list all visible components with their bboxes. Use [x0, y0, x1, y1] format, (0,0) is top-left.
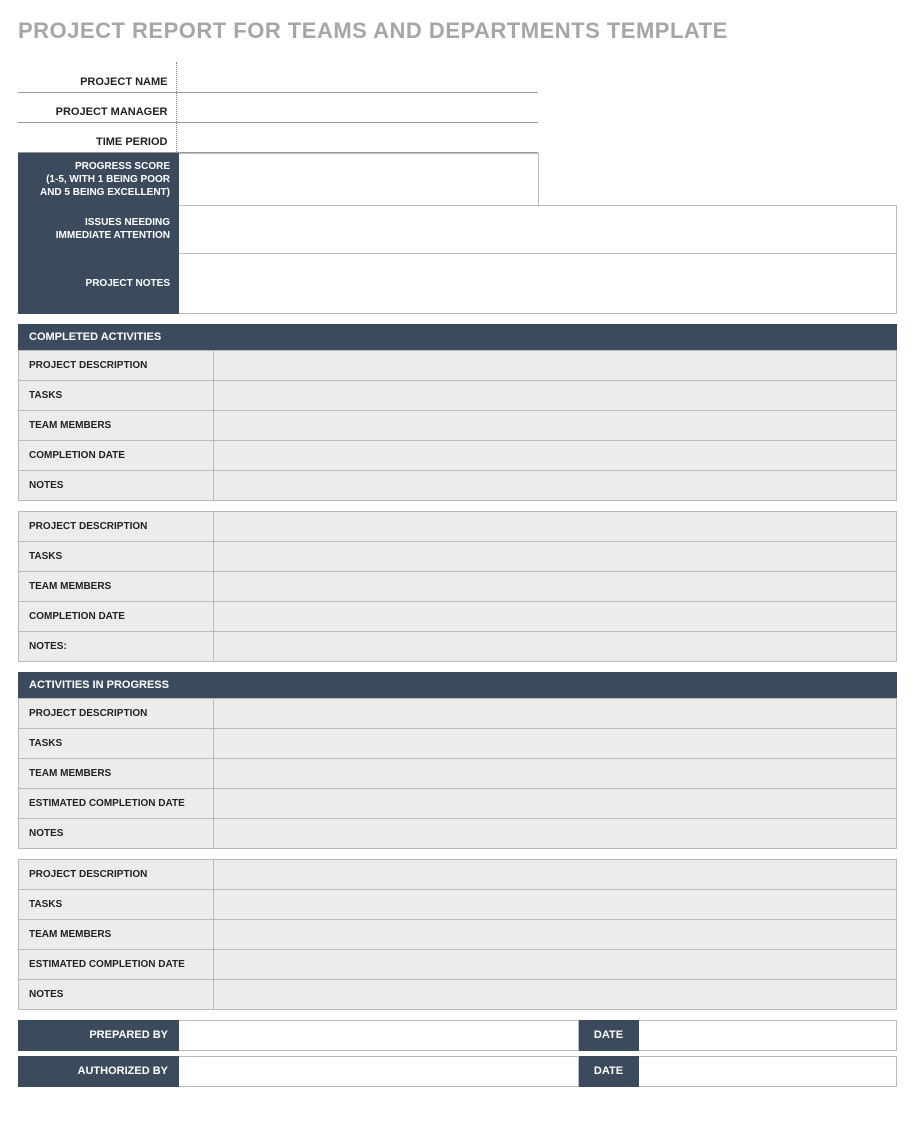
project-manager-field[interactable]: [176, 92, 538, 122]
team-members-field[interactable]: [214, 571, 897, 601]
page-title: PROJECT REPORT FOR TEAMS AND DEPARTMENTS…: [18, 18, 897, 44]
estimated-completion-date-label: ESTIMATED COMPLETION DATE: [19, 788, 214, 818]
issues-field[interactable]: [179, 205, 897, 253]
project-description-label: PROJECT DESCRIPTION: [19, 698, 214, 728]
signature-table: PREPARED BY DATE AUTHORIZED BY DATE: [18, 1020, 897, 1087]
prepared-date-label: DATE: [579, 1020, 639, 1050]
summary-table: PROGRESS SCORE (1-5, WITH 1 BEING POOR A…: [18, 153, 897, 314]
tasks-label: TASKS: [19, 541, 214, 571]
team-members-label: TEAM MEMBERS: [19, 919, 214, 949]
estimated-completion-date-label: ESTIMATED COMPLETION DATE: [19, 949, 214, 979]
authorized-by-field[interactable]: [179, 1056, 579, 1086]
time-period-field[interactable]: [176, 122, 538, 152]
project-description-label: PROJECT DESCRIPTION: [19, 511, 214, 541]
project-name-field[interactable]: [176, 62, 538, 92]
tasks-field[interactable]: [214, 541, 897, 571]
team-members-field[interactable]: [214, 919, 897, 949]
project-description-field[interactable]: [214, 859, 897, 889]
tasks-label: TASKS: [19, 889, 214, 919]
project-description-label: PROJECT DESCRIPTION: [19, 350, 214, 380]
prepared-by-field[interactable]: [179, 1020, 579, 1050]
completion-date-field[interactable]: [214, 601, 897, 631]
tasks-field[interactable]: [214, 380, 897, 410]
project-name-label: PROJECT NAME: [18, 62, 176, 92]
project-description-field[interactable]: [214, 698, 897, 728]
team-members-label: TEAM MEMBERS: [19, 410, 214, 440]
project-notes-field[interactable]: [179, 253, 897, 313]
progress-score-label: PROGRESS SCORE (1-5, WITH 1 BEING POOR A…: [19, 153, 179, 205]
team-members-label: TEAM MEMBERS: [19, 571, 214, 601]
tasks-field[interactable]: [214, 728, 897, 758]
header-info-table: PROJECT NAME PROJECT MANAGER TIME PERIOD: [18, 62, 538, 153]
completion-date-label: COMPLETION DATE: [19, 601, 214, 631]
project-description-field[interactable]: [214, 350, 897, 380]
progress-score-field[interactable]: [179, 153, 539, 205]
spacer: [539, 153, 897, 205]
time-period-label: TIME PERIOD: [18, 122, 176, 152]
notes-label: NOTES: [19, 979, 214, 1009]
project-description-label: PROJECT DESCRIPTION: [19, 859, 214, 889]
authorized-by-label: AUTHORIZED BY: [19, 1056, 179, 1086]
estimated-completion-date-field[interactable]: [214, 788, 897, 818]
notes-label: NOTES: [19, 470, 214, 500]
project-manager-label: PROJECT MANAGER: [18, 92, 176, 122]
tasks-field[interactable]: [214, 889, 897, 919]
tasks-label: TASKS: [19, 380, 214, 410]
team-members-field[interactable]: [214, 758, 897, 788]
completion-date-label: COMPLETION DATE: [19, 440, 214, 470]
estimated-completion-date-field[interactable]: [214, 949, 897, 979]
authorized-date-field[interactable]: [639, 1056, 897, 1086]
notes-field[interactable]: [214, 818, 897, 848]
completion-date-field[interactable]: [214, 440, 897, 470]
notes-label: NOTES:: [19, 631, 214, 661]
completed-activity-2: PROJECT DESCRIPTION TASKS TEAM MEMBERS C…: [18, 511, 897, 662]
prepared-by-label: PREPARED BY: [19, 1020, 179, 1050]
issues-label: ISSUES NEEDING IMMEDIATE ATTENTION: [19, 205, 179, 253]
in-progress-banner: ACTIVITIES IN PROGRESS: [18, 672, 897, 698]
notes-field[interactable]: [214, 470, 897, 500]
project-description-field[interactable]: [214, 511, 897, 541]
tasks-label: TASKS: [19, 728, 214, 758]
completed-activity-1: PROJECT DESCRIPTION TASKS TEAM MEMBERS C…: [18, 350, 897, 501]
project-notes-label: PROJECT NOTES: [19, 253, 179, 313]
in-progress-activity-2: PROJECT DESCRIPTION TASKS TEAM MEMBERS E…: [18, 859, 897, 1010]
notes-field[interactable]: [214, 631, 897, 661]
in-progress-activity-1: PROJECT DESCRIPTION TASKS TEAM MEMBERS E…: [18, 698, 897, 849]
team-members-field[interactable]: [214, 410, 897, 440]
team-members-label: TEAM MEMBERS: [19, 758, 214, 788]
notes-field[interactable]: [214, 979, 897, 1009]
authorized-date-label: DATE: [579, 1056, 639, 1086]
prepared-date-field[interactable]: [639, 1020, 897, 1050]
notes-label: NOTES: [19, 818, 214, 848]
completed-activities-banner: COMPLETED ACTIVITIES: [18, 324, 897, 350]
